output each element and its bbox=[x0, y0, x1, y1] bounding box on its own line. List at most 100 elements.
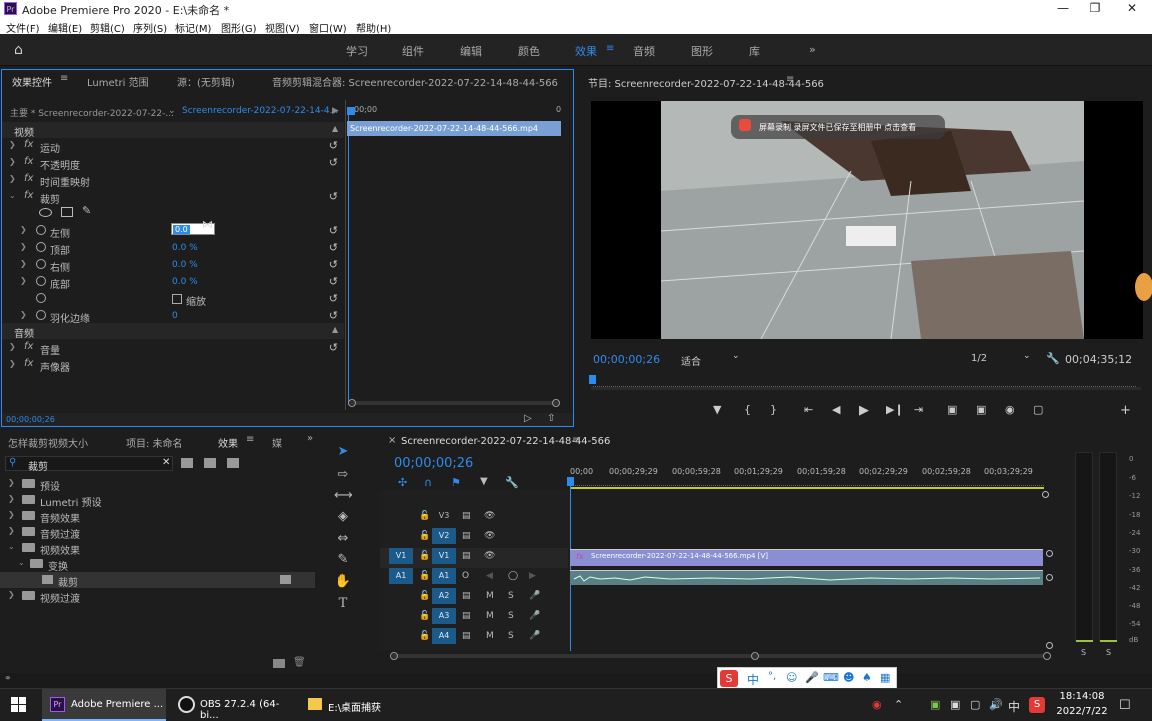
timeline-playhead[interactable] bbox=[567, 477, 574, 486]
feather-value[interactable]: 0 bbox=[172, 311, 178, 321]
new-bin-icon[interactable] bbox=[273, 659, 285, 668]
timeline-scrollbar[interactable] bbox=[392, 654, 1044, 658]
playhead-marker[interactable] bbox=[347, 107, 355, 115]
previous-keyframe-icon[interactable]: ◀ bbox=[486, 571, 493, 581]
floating-record-icon[interactable] bbox=[1135, 273, 1152, 301]
32bit-effects-icon[interactable] bbox=[204, 458, 216, 468]
ime-toolbar[interactable]: S 中 °, ☺ 🎤 ⌨ ☻ ♠ ▦ bbox=[717, 667, 897, 689]
tray-sogou-icon[interactable]: S bbox=[1029, 697, 1045, 713]
pen-tool-icon[interactable]: ✎ bbox=[334, 552, 352, 570]
type-tool-icon[interactable]: T bbox=[334, 596, 352, 614]
delete-icon[interactable]: 🗑 bbox=[293, 657, 306, 668]
resolution-dropdown[interactable]: 1/2 bbox=[971, 353, 987, 364]
home-icon[interactable]: ⌂ bbox=[14, 42, 23, 58]
crop-right-value[interactable]: 0.0 % bbox=[172, 260, 198, 270]
tree-item[interactable]: ❯ 预设 bbox=[0, 476, 315, 493]
menu-clip[interactable]: 剪辑(C) bbox=[90, 20, 125, 35]
program-timecode[interactable]: 00;00;00;26 bbox=[593, 353, 660, 366]
tree-item[interactable]: ⌄ 变换 bbox=[0, 556, 315, 573]
effect-row-panner[interactable]: ❯ fx 声像器 bbox=[2, 357, 344, 374]
add-keyframe-icon[interactable]: ◯ bbox=[508, 571, 518, 581]
menu-file[interactable]: 文件(F) bbox=[6, 20, 40, 35]
workspace-audio[interactable]: 音频 bbox=[633, 43, 655, 59]
effect-clip-bar[interactable]: Screenrecorder-2022-07-22-14-48-44-566.m… bbox=[347, 121, 561, 136]
effect-row-crop[interactable]: ⌄ fx 裁剪 ↺ bbox=[2, 189, 344, 206]
taskbar-obs[interactable]: OBS 27.2.4 (64-bi... bbox=[170, 689, 296, 721]
workspace-color[interactable]: 颜色 bbox=[518, 43, 540, 59]
step-forward-icon[interactable]: ▶❙ bbox=[886, 403, 904, 416]
chevron-down-icon[interactable]: ⌄ bbox=[168, 106, 176, 116]
add-marker-icon[interactable]: ▼ bbox=[713, 403, 721, 416]
export-frame-icon[interactable]: ◉ bbox=[1005, 403, 1015, 416]
menu-help[interactable]: 帮助(H) bbox=[356, 20, 391, 35]
notification-icon[interactable]: ☐ bbox=[1119, 698, 1131, 713]
play-clip-icon[interactable]: ▶ bbox=[332, 106, 339, 116]
tree-item[interactable]: ❯ 音频过渡 bbox=[0, 524, 315, 541]
ime-chinese-mode[interactable]: 中 bbox=[747, 671, 759, 688]
eye-icon[interactable]: 👁 bbox=[484, 531, 495, 541]
user-icon[interactable]: ☻ bbox=[843, 671, 854, 684]
microphone-icon[interactable]: 🎤 bbox=[529, 611, 540, 621]
tab-audio-clip-mixer[interactable]: 音频剪辑混合器: Screenrecorder-2022-07-22-14-48… bbox=[272, 74, 558, 89]
audio-clip[interactable] bbox=[570, 570, 1043, 585]
tree-item[interactable]: ❯ 视频过渡 bbox=[0, 588, 315, 605]
rectangle-mask-icon[interactable] bbox=[61, 207, 73, 217]
toggle-sync-icon[interactable]: ▤ bbox=[462, 631, 471, 641]
tab-effect-controls[interactable]: 效果控件 bbox=[12, 74, 52, 89]
menu-marker[interactable]: 标记(M) bbox=[175, 20, 211, 35]
microphone-icon[interactable]: 🎤 bbox=[529, 591, 540, 601]
microphone-icon[interactable]: 🎤 bbox=[529, 631, 540, 641]
lock-icon[interactable]: 🔓 bbox=[419, 531, 430, 541]
fit-dropdown[interactable]: 适合 bbox=[681, 353, 701, 368]
windows-start-icon[interactable] bbox=[11, 697, 27, 713]
add-button-icon[interactable]: + bbox=[1120, 403, 1131, 418]
solo-button[interactable]: S bbox=[508, 631, 514, 641]
tray-nvidia-icon[interactable]: ▣ bbox=[930, 698, 940, 711]
tree-item[interactable]: ❯ Lumetri 预设 bbox=[0, 492, 315, 509]
selection-tool-icon[interactable]: ➤ bbox=[334, 444, 352, 462]
workspace-libraries[interactable]: 库 bbox=[749, 43, 760, 59]
lock-icon[interactable]: 🔓 bbox=[419, 511, 430, 521]
export-icon[interactable]: ⇧ bbox=[547, 413, 555, 424]
keyboard-icon[interactable]: ⌨ bbox=[823, 671, 839, 684]
workspace-graphics[interactable]: 图形 bbox=[691, 43, 713, 59]
play-icon[interactable]: ▶ bbox=[859, 403, 869, 418]
tray-chevron-icon[interactable]: ⌃ bbox=[894, 698, 903, 711]
taskbar-explorer[interactable]: E:\桌面捕获 bbox=[300, 689, 420, 721]
tray-network-icon[interactable]: ▣ bbox=[950, 698, 960, 711]
effects-search-input[interactable]: ⚲ 裁剪 ✕ bbox=[5, 456, 173, 473]
comparison-view-icon[interactable]: ▢ bbox=[1033, 403, 1043, 416]
mark-out-icon[interactable]: } bbox=[770, 403, 777, 416]
slip-tool-icon[interactable]: ⇔ bbox=[334, 531, 352, 549]
nest-icon[interactable]: ✣ bbox=[398, 476, 407, 489]
track-select-tool-icon[interactable]: ⇨ bbox=[334, 467, 352, 485]
eye-icon[interactable]: 👁 bbox=[484, 511, 495, 521]
panel-menu-icon[interactable]: ≡ bbox=[572, 435, 580, 446]
add-marker-icon[interactable]: ▼ bbox=[480, 476, 488, 487]
accelerated-effects-icon[interactable] bbox=[181, 458, 193, 468]
eye-icon[interactable]: 👁 bbox=[484, 551, 495, 561]
toggle-sync-icon[interactable]: ▤ bbox=[462, 551, 471, 561]
timeline-timecode[interactable]: 00;00;00;26 bbox=[394, 456, 473, 471]
workspace-assembly[interactable]: 组件 bbox=[402, 43, 424, 59]
video-preview[interactable]: 屏幕录制 录屏文件已保存至相册中 点击查看 bbox=[591, 101, 1152, 339]
chevron-down-icon[interactable]: ⌄ bbox=[1023, 351, 1031, 361]
voice-over-toggle[interactable]: O bbox=[462, 571, 469, 581]
panel-menu-icon[interactable]: ≡ bbox=[60, 73, 68, 84]
timeline-settings-icon[interactable]: 🔧 bbox=[505, 476, 519, 489]
menu-view[interactable]: 视图(V) bbox=[265, 20, 300, 35]
effect-row-time-remap[interactable]: ❯ fx 时间重映射 bbox=[2, 172, 344, 189]
tab-media[interactable]: 媒 bbox=[272, 435, 282, 450]
program-scrubber[interactable] bbox=[593, 377, 1136, 387]
solo-left-button[interactable]: S bbox=[1081, 648, 1086, 657]
toolbox-icon[interactable]: ▦ bbox=[880, 671, 890, 684]
tab-lumetri-scopes[interactable]: Lumetri 范围 bbox=[87, 74, 149, 89]
volume-icon[interactable]: 🔊 bbox=[989, 698, 1003, 711]
workspace-learn[interactable]: 学习 bbox=[346, 43, 368, 59]
tree-item-selected[interactable]: 裁剪 bbox=[0, 572, 315, 589]
razor-tool-icon[interactable]: ◈ bbox=[334, 509, 352, 527]
tab-how-to-crop[interactable]: 怎样裁剪视频大小 bbox=[8, 435, 88, 450]
menu-window[interactable]: 窗口(W) bbox=[309, 20, 347, 35]
wrench-icon[interactable]: 🔧 bbox=[1046, 352, 1060, 365]
ripple-edit-tool-icon[interactable]: ⟷ bbox=[334, 488, 353, 506]
